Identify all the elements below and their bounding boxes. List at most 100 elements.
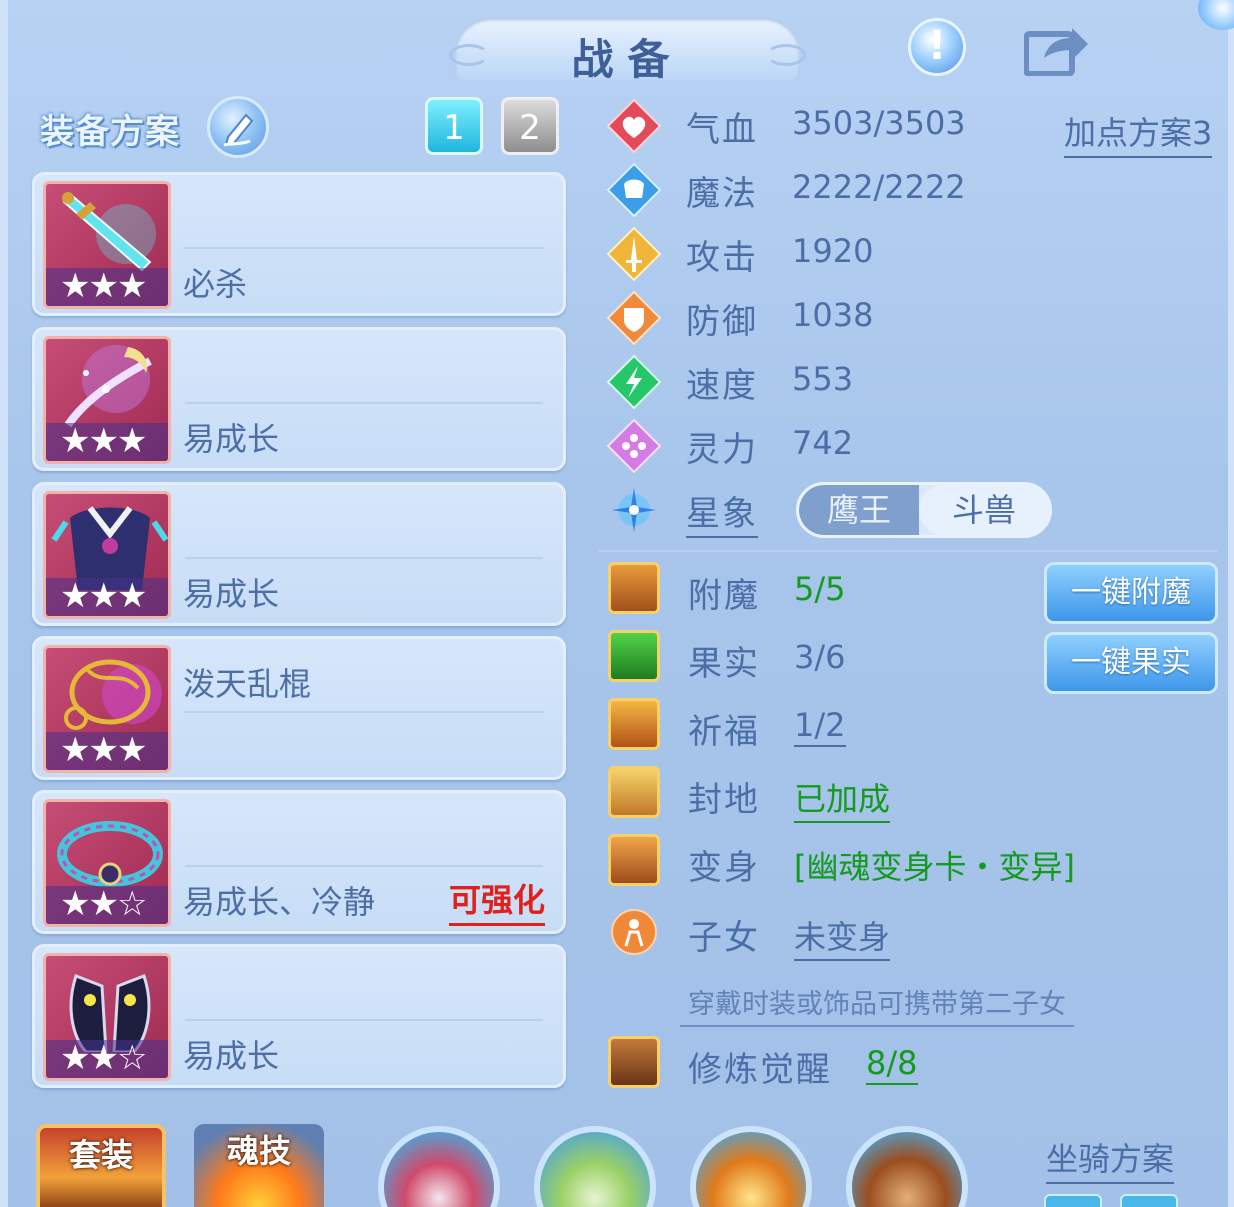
stat-value[interactable]: 未变身 (794, 912, 891, 961)
star-sign-icon (612, 488, 656, 532)
card-divider (185, 247, 543, 249)
exclamation-icon: ! (927, 23, 947, 69)
tab-label: 套装 (68, 1136, 133, 1174)
row-child: 子女 未变身 (608, 904, 1028, 964)
stat-label: 速度 (686, 366, 758, 406)
castle-icon (608, 766, 660, 818)
item-stars: ★★★ (46, 268, 168, 306)
blessing-icon (608, 698, 660, 750)
decor-swirl-left (449, 44, 489, 66)
stat-constellation: 星象 (606, 480, 766, 540)
stat-label: 魔法 (686, 174, 758, 214)
one-click-enchant-button[interactable]: 一键附魔 (1044, 562, 1218, 624)
tab-set[interactable]: 套装 (36, 1124, 166, 1207)
equip-effect: 易成长、冷静 (183, 883, 376, 921)
mana-icon (606, 162, 662, 218)
heart-icon (606, 98, 662, 154)
pencil-icon (223, 113, 254, 147)
stat-mp: 魔法 2222/2222 (606, 160, 1026, 220)
mount-plan-2-button[interactable] (1120, 1194, 1178, 1207)
meditation-icon (608, 1036, 660, 1088)
title-plate: 战备 (449, 18, 806, 84)
stat-label: 防御 (686, 302, 758, 342)
strengthen-link[interactable]: 可强化 (449, 875, 546, 926)
row-territory: 封地 已加成 (608, 766, 1028, 826)
equip-slot-belt[interactable]: ★★☆ 易成长、冷静 可强化 (32, 790, 566, 934)
section-divider (598, 550, 1218, 552)
item-stars: ★★★ (46, 578, 168, 616)
stat-label: 修炼觉醒 (688, 1050, 832, 1090)
share-icon (1023, 28, 1088, 77)
equip-effect: 易成长 (183, 1037, 280, 1075)
stat-label: 攻击 (686, 238, 758, 278)
child-hint: 穿戴时装或饰品可携带第二子女 (680, 982, 1074, 1027)
tab-soul-skill[interactable]: 魂技 (194, 1124, 324, 1207)
stat-value: 2222/2222 (792, 168, 966, 206)
sword-icon (606, 226, 662, 282)
constellation-toggle[interactable]: 鹰王 斗兽 (796, 482, 1052, 538)
stat-label: 祈福 (688, 712, 760, 752)
stat-label: 灵力 (686, 430, 758, 470)
item-stars: ★★☆ (46, 886, 168, 924)
mount-plan-link[interactable]: 坐骑方案 (1046, 1134, 1175, 1184)
row-transform: 变身 [幽魂变身卡・变异] (608, 834, 1168, 894)
stat-label: 封地 (688, 780, 760, 820)
stat-value[interactable]: 1/2 (794, 706, 846, 747)
add-point-plan-link[interactable]: 加点方案3 (1064, 108, 1213, 158)
necklace-item-icon[interactable]: ★★★ (43, 645, 171, 773)
stat-label: 气血 (686, 110, 758, 150)
equip-slot-weapon[interactable]: ★★★ 必杀 (32, 172, 566, 316)
equip-effect: 易成长 (183, 420, 280, 458)
one-click-fruit-button[interactable]: 一键果实 (1044, 632, 1218, 694)
equip-plan-label: 装备方案 (40, 112, 180, 152)
plan-page-1-button[interactable]: 1 (425, 97, 483, 155)
constellation-option-beast-fight[interactable]: 斗兽 (919, 485, 1049, 535)
card-divider (185, 865, 543, 867)
plan-page-2-button[interactable]: 2 (501, 97, 559, 155)
belt-item-icon[interactable]: ★★☆ (43, 799, 171, 927)
stat-label: 果实 (688, 644, 760, 684)
spirit-icon (606, 418, 662, 474)
ornament-item-icon[interactable]: ★★★ (43, 336, 171, 464)
constellation-option-eagle-king[interactable]: 鹰王 (799, 485, 919, 535)
card-divider (185, 711, 543, 713)
equip-effect: 必杀 (183, 265, 248, 303)
boots-item-icon[interactable]: ★★☆ (43, 953, 171, 1081)
info-button[interactable]: ! (908, 18, 966, 76)
stat-value[interactable]: [幽魂变身卡・变异] (794, 842, 1075, 888)
item-stars: ★★★ (46, 732, 168, 770)
equip-effect: 泼天乱棍 (183, 665, 312, 703)
stat-hp: 气血 3503/3503 (606, 96, 1026, 156)
sword-item-icon[interactable]: ★★★ (43, 181, 171, 309)
robe-item-icon[interactable]: ★★★ (43, 491, 171, 619)
row-enchant: 附魔 5/5 (608, 562, 1028, 622)
equip-slot-armor[interactable]: ★★★ 易成长 (32, 482, 566, 626)
stat-value: 3/6 (794, 638, 846, 676)
stat-value[interactable]: 8/8 (866, 1044, 918, 1085)
stat-label: 附魔 (688, 576, 760, 616)
mount-plan-1-button[interactable] (1044, 1194, 1102, 1207)
row-blessing: 祈福 1/2 (608, 698, 1028, 758)
stat-label[interactable]: 星象 (686, 486, 758, 538)
stat-speed: 速度 553 (606, 352, 1026, 412)
stat-value: 1920 (792, 232, 874, 270)
transform-icon (608, 834, 660, 886)
stat-value[interactable]: 已加成 (794, 774, 891, 823)
equip-slot-boots[interactable]: ★★☆ 易成长 (32, 944, 566, 1088)
stat-value: 5/5 (794, 570, 846, 608)
equip-slot-necklace[interactable]: ★★★ 泼天乱棍 (32, 636, 566, 780)
stat-value: 553 (792, 360, 854, 398)
stat-attack: 攻击 1920 (606, 224, 1026, 284)
stat-value: 3503/3503 (792, 104, 966, 142)
item-stars: ★★★ (46, 423, 168, 461)
share-button[interactable] (1023, 20, 1090, 77)
stat-value: 1038 (792, 296, 874, 334)
edit-plan-button[interactable] (207, 96, 269, 158)
child-icon (611, 909, 657, 955)
fruit-icon (608, 630, 660, 682)
enchant-icon (608, 562, 660, 614)
equip-slot-helmet[interactable]: ★★★ 易成长 (32, 327, 566, 471)
row-cultivation: 修炼觉醒 8/8 (608, 1036, 1028, 1096)
page-title: 战备 (571, 35, 684, 84)
stat-spirit: 灵力 742 (606, 416, 1026, 476)
